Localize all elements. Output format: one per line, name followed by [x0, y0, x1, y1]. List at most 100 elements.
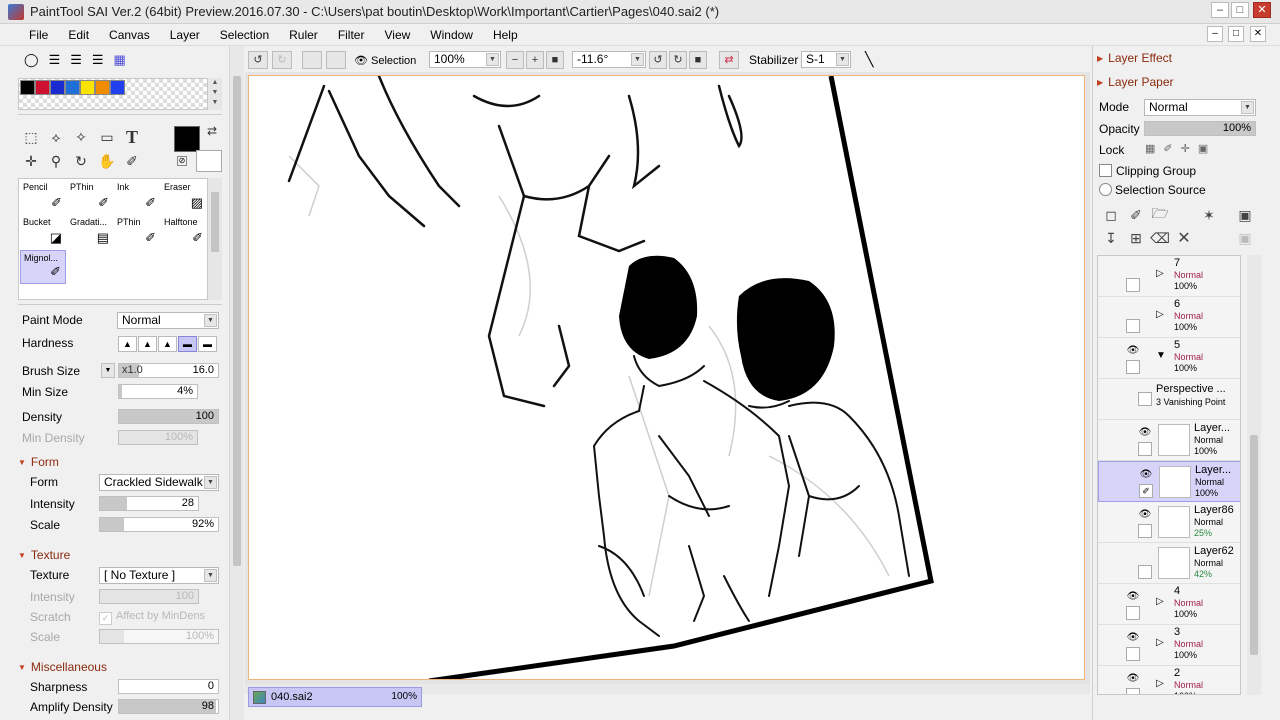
brush-mignola[interactable]: Mignol... ✐ [20, 250, 66, 284]
delete-layer-icon[interactable]: ✕ [1174, 228, 1194, 248]
form-intensity-slider[interactable]: 28 [99, 496, 199, 511]
lock-all-icon[interactable]: ▣ [1198, 142, 1208, 155]
menu-layer[interactable]: Layer [160, 28, 210, 42]
layer-row[interactable]: Perspective ... 3 Vanishing Point [1098, 379, 1240, 420]
hardness-2-icon[interactable]: ▲ [138, 335, 157, 352]
layer-row[interactable]: 👁 ▼ 5 Normal 100% [1098, 338, 1240, 379]
hardness-4-icon[interactable]: ▬ [178, 335, 197, 352]
layer-select-box[interactable] [1138, 524, 1152, 538]
swap-colors-icon[interactable]: ⇄ [207, 124, 217, 138]
layer-select-box[interactable] [1126, 606, 1140, 620]
expand-right-icon[interactable]: ▷ [1156, 678, 1164, 689]
layer-row[interactable]: 👁 Layer... Normal 100% [1098, 420, 1240, 461]
rotate-icon[interactable]: ↻ [70, 150, 92, 172]
scroll-thumb[interactable] [1250, 435, 1258, 655]
menu-view[interactable]: View [374, 28, 420, 42]
new-pen-layer-icon[interactable]: ✐ [1126, 205, 1146, 225]
doc-minimize-button[interactable]: – [1207, 26, 1223, 42]
layer-select-box[interactable] [1138, 442, 1152, 456]
background-color[interactable] [196, 150, 222, 172]
layer-select-box[interactable] [1126, 360, 1140, 374]
layer-select-box[interactable] [1126, 647, 1140, 661]
rotate-reset-icon[interactable]: ■ [689, 51, 707, 69]
opacity-slider[interactable]: 100% [1144, 121, 1256, 136]
close-button[interactable]: ✕ [1253, 2, 1271, 18]
new-layer-icon[interactable]: ◻ [1101, 205, 1121, 225]
brush-grid-scroll[interactable] [208, 178, 222, 300]
layer-select-box[interactable] [1126, 319, 1140, 333]
color-wheel-icon[interactable]: ◯ [24, 52, 39, 68]
zoom-reset-icon[interactable]: ■ [546, 51, 564, 69]
line-tool-icon[interactable]: ╲ [865, 51, 873, 68]
perspective-ruler-icon[interactable]: ✶ [1199, 205, 1219, 225]
eye-icon[interactable] [1126, 303, 1140, 317]
texture-section-header[interactable]: Texture [18, 548, 70, 562]
menu-edit[interactable]: Edit [58, 28, 99, 42]
doc-restore-button[interactable]: □ [1228, 26, 1244, 42]
menu-filter[interactable]: Filter [328, 28, 375, 42]
expand-down-icon[interactable]: ▼ [1156, 350, 1166, 361]
layer-paper-header[interactable]: Layer Paper [1097, 75, 1173, 89]
hand-icon[interactable]: ✋ [96, 150, 118, 172]
eye-icon[interactable]: 👁 [1138, 508, 1152, 522]
swatch-list-icon[interactable]: ☰ [92, 52, 104, 68]
brush-pthin[interactable]: PThin ✐ [67, 180, 113, 214]
amplify-density-slider[interactable]: 98 [118, 699, 219, 714]
texture-select[interactable]: [ No Texture ] ▼ [99, 567, 219, 584]
layer-row[interactable]: 👁 Layer86 Normal 25% [1098, 502, 1240, 543]
swatch-grid-icon[interactable]: ▦ [114, 52, 126, 68]
flip-horizontal-icon[interactable]: ⇄ [719, 51, 739, 69]
layer-select-box[interactable] [1138, 565, 1152, 579]
eye-icon[interactable]: 👁 [1139, 468, 1153, 482]
canvas-viewport[interactable] [245, 72, 1090, 684]
layer-row[interactable]: 👁 ▷ 2Normal100% [1098, 666, 1240, 694]
hardness-5-icon[interactable]: ▬ [198, 335, 217, 352]
minimize-button[interactable]: – [1211, 2, 1229, 18]
paint-mode-select[interactable]: Normal ▼ [117, 312, 219, 329]
text-icon[interactable]: T [121, 126, 143, 148]
brush-size-multiplier-dropdown[interactable]: ▼ [101, 363, 115, 378]
selection-source-checkbox[interactable]: Selection Source [1099, 183, 1206, 197]
expand-right-icon[interactable]: ▷ [1156, 309, 1164, 320]
left-panel-scrollbar[interactable] [229, 46, 244, 720]
menu-selection[interactable]: Selection [210, 28, 279, 42]
form-section-header[interactable]: Form [18, 455, 59, 469]
eye-icon[interactable]: 👁 [1126, 672, 1140, 686]
brush-halftone[interactable]: Halftone ✐ [161, 215, 207, 249]
menu-ruler[interactable]: Ruler [279, 28, 328, 42]
new-folder-icon[interactable]: 🗁 [1150, 205, 1170, 225]
transfer-down-icon[interactable]: ↧ [1101, 228, 1121, 248]
clear-layer-icon[interactable]: ⌫ [1150, 228, 1170, 248]
layer-row[interactable]: ▷ 7 Normal 100% [1098, 256, 1240, 297]
apply-mask-icon[interactable]: ▣ [1235, 228, 1255, 248]
scroll-thumb[interactable] [233, 76, 241, 566]
pencil-icon[interactable]: ✐ [1139, 484, 1153, 498]
hardness-3-icon[interactable]: ▲ [158, 335, 177, 352]
menu-canvas[interactable]: Canvas [99, 28, 160, 42]
layer-select-box[interactable] [1126, 278, 1140, 292]
stabilizer-select[interactable]: S-1 ▼ [801, 51, 851, 68]
swatch-2[interactable] [50, 80, 65, 95]
zoom-icon[interactable]: ⚲ [45, 150, 67, 172]
misc-section-header[interactable]: Miscellaneous [18, 660, 107, 674]
menu-window[interactable]: Window [420, 28, 483, 42]
selection-toggle[interactable]: 👁 Selection [354, 54, 416, 67]
document-tab[interactable]: 040.sai2 100% [248, 687, 422, 707]
brush-pthin-2[interactable]: PThin ✐ [114, 215, 160, 249]
layer-select-box[interactable] [1126, 688, 1140, 694]
brush-ink[interactable]: Ink ✐ [114, 180, 160, 214]
drawing-canvas[interactable] [248, 75, 1085, 680]
deselect-icon[interactable] [302, 51, 322, 69]
zoom-in-icon[interactable]: + [526, 51, 544, 69]
layer-row[interactable]: ▷ 6 Normal 100% [1098, 297, 1240, 338]
brush-bucket[interactable]: Bucket ◪ [20, 215, 66, 249]
rotate-right-icon[interactable]: ↻ [669, 51, 687, 69]
transparent-color-icon[interactable]: ⊘ [177, 156, 187, 166]
layer-mask-icon[interactable]: ▣ [1235, 205, 1255, 225]
move-icon[interactable]: ✛ [20, 150, 42, 172]
lock-transparency-icon[interactable]: ▦ [1145, 142, 1155, 155]
palette-scroll[interactable]: ▲ ▼ ▼ [208, 78, 222, 110]
rgb-slider-icon[interactable]: ☰ [49, 52, 61, 68]
redo-icon[interactable]: ↻ [272, 51, 292, 69]
invert-selection-icon[interactable] [326, 51, 346, 69]
